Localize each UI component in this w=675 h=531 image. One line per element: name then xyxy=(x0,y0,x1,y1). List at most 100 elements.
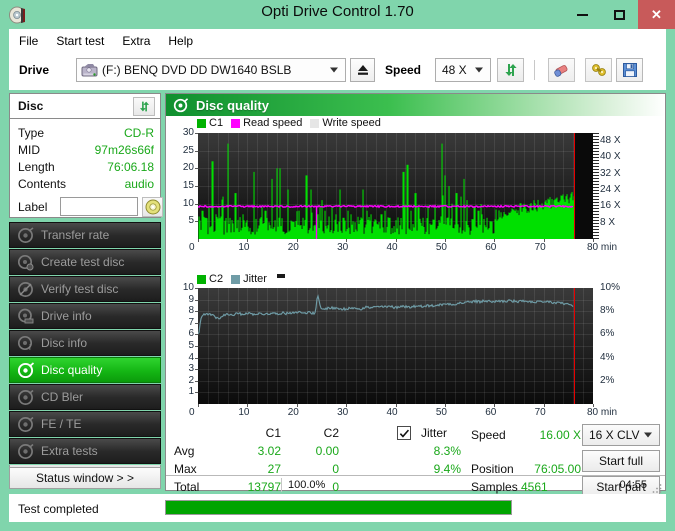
disc-label-input[interactable] xyxy=(60,197,138,216)
close-button[interactable]: ✕ xyxy=(638,0,675,29)
menu-help[interactable]: Help xyxy=(159,32,202,50)
x-axis-tick-label: 50 xyxy=(435,242,447,253)
tools-icon xyxy=(591,64,606,76)
write-speed-select[interactable]: 16 X CLV xyxy=(582,424,660,446)
x-axis-tick-label: 60 xyxy=(485,242,497,253)
svg-text:i: i xyxy=(29,343,31,352)
stats-max-c2: 0 xyxy=(332,462,339,476)
x-axis-tick-mark xyxy=(296,239,298,242)
sidebar-item-create-test-disc[interactable]: Create test disc xyxy=(9,249,161,275)
toolbar-separator xyxy=(534,60,535,80)
sidebar-item-fe-te[interactable]: FE / TE xyxy=(9,411,161,437)
app-window: Opti Drive Control 1.70 ✕ File Start tes… xyxy=(0,0,675,531)
menu-bar: File Start test Extra Help xyxy=(9,29,666,51)
chart-series-layer xyxy=(198,143,575,239)
position-stat-value: 76:05.00 xyxy=(534,462,581,476)
start-full-button[interactable]: Start full xyxy=(582,450,660,472)
sidebar-item-label: Verify test disc xyxy=(41,282,119,296)
stats-avg-c1: 3.02 xyxy=(257,444,281,458)
disc-refresh-button[interactable] xyxy=(133,97,155,116)
jitter-label: Jitter xyxy=(421,426,448,440)
x-axis-tick-mark xyxy=(198,239,199,242)
x-axis-tick-mark xyxy=(346,239,348,242)
menu-file[interactable]: File xyxy=(10,32,47,50)
refresh-button[interactable] xyxy=(497,58,524,82)
sidebar-item-disc-quality[interactable]: Disc quality xyxy=(9,357,161,383)
panel-progress-percent: 100.0% xyxy=(281,478,461,492)
cd-disc-icon xyxy=(145,199,160,215)
y-axis-tick-label: 7 xyxy=(188,316,194,328)
legend-item-c2: C2 xyxy=(197,273,223,285)
sidebar-item-transfer-rate[interactable]: Transfer rate xyxy=(9,222,161,248)
y-axis-tick-label: 10 xyxy=(182,282,194,293)
y-axis-tick-mark xyxy=(195,299,198,301)
y-axis-tick-mark xyxy=(195,133,198,134)
y-axis-tick-label: 15 xyxy=(182,180,194,191)
speed-select[interactable]: 48 X xyxy=(435,58,491,82)
position-stat-label: Position xyxy=(471,462,514,476)
x-axis-tick-mark xyxy=(593,239,594,242)
legend-label: C2 xyxy=(209,273,224,285)
maximize-icon xyxy=(614,9,625,20)
y-axis-tick-label: 8 xyxy=(188,305,194,317)
sidebar-item-verify-test-disc[interactable]: Verify test disc xyxy=(9,276,161,302)
drive-select[interactable]: (F:) BENQ DVD DD DW1640 BSLB xyxy=(76,58,346,82)
chart2-legend: C2 Jitter xyxy=(197,273,288,285)
menu-extra[interactable]: Extra xyxy=(113,32,159,50)
refresh-icon xyxy=(139,101,149,112)
tools-button[interactable] xyxy=(585,58,612,82)
sidebar-item-label: FE / TE xyxy=(41,417,82,431)
resize-grip[interactable] xyxy=(652,480,663,493)
title-bar: Opti Drive Control 1.70 ✕ xyxy=(0,0,675,29)
disc-label-browse-button[interactable] xyxy=(142,197,163,217)
x-axis-tick-mark xyxy=(444,239,446,242)
stats-row-label-avg: Avg xyxy=(174,444,195,458)
jitter-checkbox[interactable] xyxy=(397,426,411,440)
legend-swatch xyxy=(197,118,206,128)
status-message: Test completed xyxy=(18,502,99,516)
save-button[interactable] xyxy=(616,58,643,82)
chart-c1-read-speed: C1 Read speed Write speed 5 10 15 20 25 30 8 X… xyxy=(166,116,665,271)
status-window-button[interactable]: Status window > > xyxy=(9,467,161,489)
x-axis-tick-label: 80 min xyxy=(587,407,618,418)
y-axis-tick-label: 9 xyxy=(188,293,194,305)
disc-quality-panel: Disc quality C1 Read speed Write speed 5… xyxy=(165,93,666,498)
y-axis-tick-mark xyxy=(195,357,198,359)
y-axis-tick-mark xyxy=(195,288,198,289)
y-axis-tick-mark xyxy=(195,150,198,152)
y-axis-tick-label: 25 xyxy=(182,144,194,156)
speed-stat-label: Speed xyxy=(471,428,506,442)
floppy-save-icon xyxy=(622,63,637,77)
status-progress-bar xyxy=(165,500,512,515)
x-axis-tick-mark xyxy=(444,404,446,407)
status-progress-fill xyxy=(166,501,511,514)
toolbar: Drive (F:) BENQ DVD DD DW1640 BSLB Speed… xyxy=(9,51,666,90)
y2-axis-tick-label: 32 X xyxy=(600,167,621,179)
speed-label: Speed xyxy=(385,63,422,77)
series-c1 xyxy=(198,143,575,239)
sidebar-item-cd-bler[interactable]: CD Bler xyxy=(9,384,161,410)
disc-icon xyxy=(17,226,34,244)
y2-axis-tick-label: 8 X xyxy=(600,216,616,228)
chart2-plot xyxy=(198,288,593,404)
window-status-bar: Test completed xyxy=(9,494,666,522)
y-axis-tick-mark xyxy=(195,380,198,382)
sidebar-item-label: Transfer rate xyxy=(41,228,110,242)
menu-start-test[interactable]: Start test xyxy=(47,32,113,50)
panel-bottom-bar: 100.0% 04:55 xyxy=(166,478,665,493)
sidebar-item-extra-tests[interactable]: Extra tests xyxy=(9,438,161,464)
eject-button[interactable] xyxy=(350,58,375,82)
erase-button[interactable] xyxy=(548,58,575,82)
chart1-legend: C1 Read speed Write speed xyxy=(197,117,389,129)
maximize-button[interactable] xyxy=(601,0,638,29)
y-axis-tick-label: 1 xyxy=(188,386,194,398)
legend-swatch xyxy=(197,274,206,284)
x-axis-tick-mark xyxy=(543,404,545,407)
x-axis-tick-label: 20 xyxy=(287,407,299,418)
series-read-speed xyxy=(198,204,574,209)
disc-icon xyxy=(17,281,34,298)
disc-row-contents: Contents audio xyxy=(18,177,154,192)
minimize-button[interactable] xyxy=(564,0,601,29)
sidebar-item-drive-info[interactable]: Drive info xyxy=(9,303,161,329)
sidebar-item-disc-info[interactable]: i Disc info xyxy=(9,330,161,356)
